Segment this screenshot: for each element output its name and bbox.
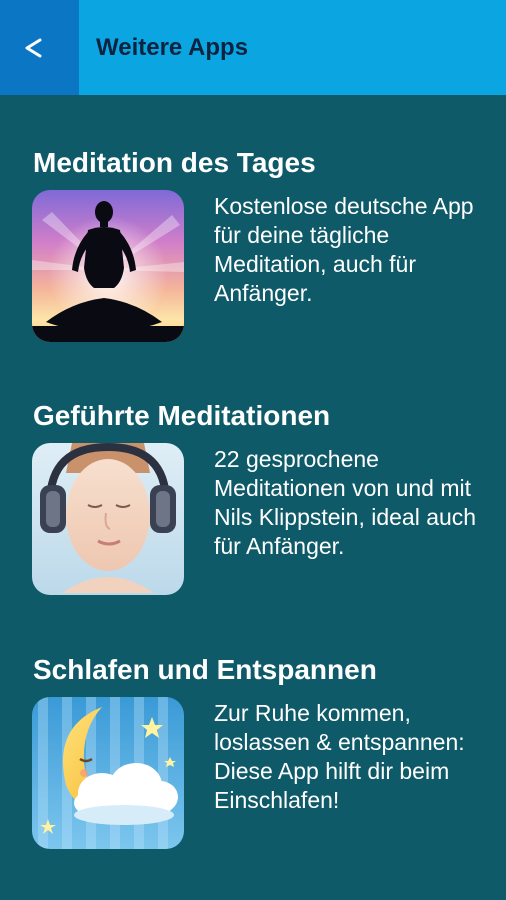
app-title[interactable]: Schlafen und Entspannen [33,654,377,686]
chevron-left-icon [25,38,42,58]
app-description: Zur Ruhe kommen, loslassen & entspannen:… [214,700,465,813]
meditation-silhouette-icon[interactable] [32,190,184,342]
app-bar: Weitere Apps [0,0,506,95]
back-button[interactable] [0,0,79,95]
app-title[interactable]: Geführte Meditationen [33,400,330,432]
headphones-woman-icon[interactable] [32,443,184,595]
app-description: 22 gesprochene Meditationen von und mit … [214,446,477,559]
app-description: Kostenlose deutsche App für deine täglic… [214,193,474,306]
sleeping-moon-icon[interactable] [32,697,184,849]
page-title: Weitere Apps [96,34,249,61]
app-title[interactable]: Meditation des Tages [33,147,316,179]
